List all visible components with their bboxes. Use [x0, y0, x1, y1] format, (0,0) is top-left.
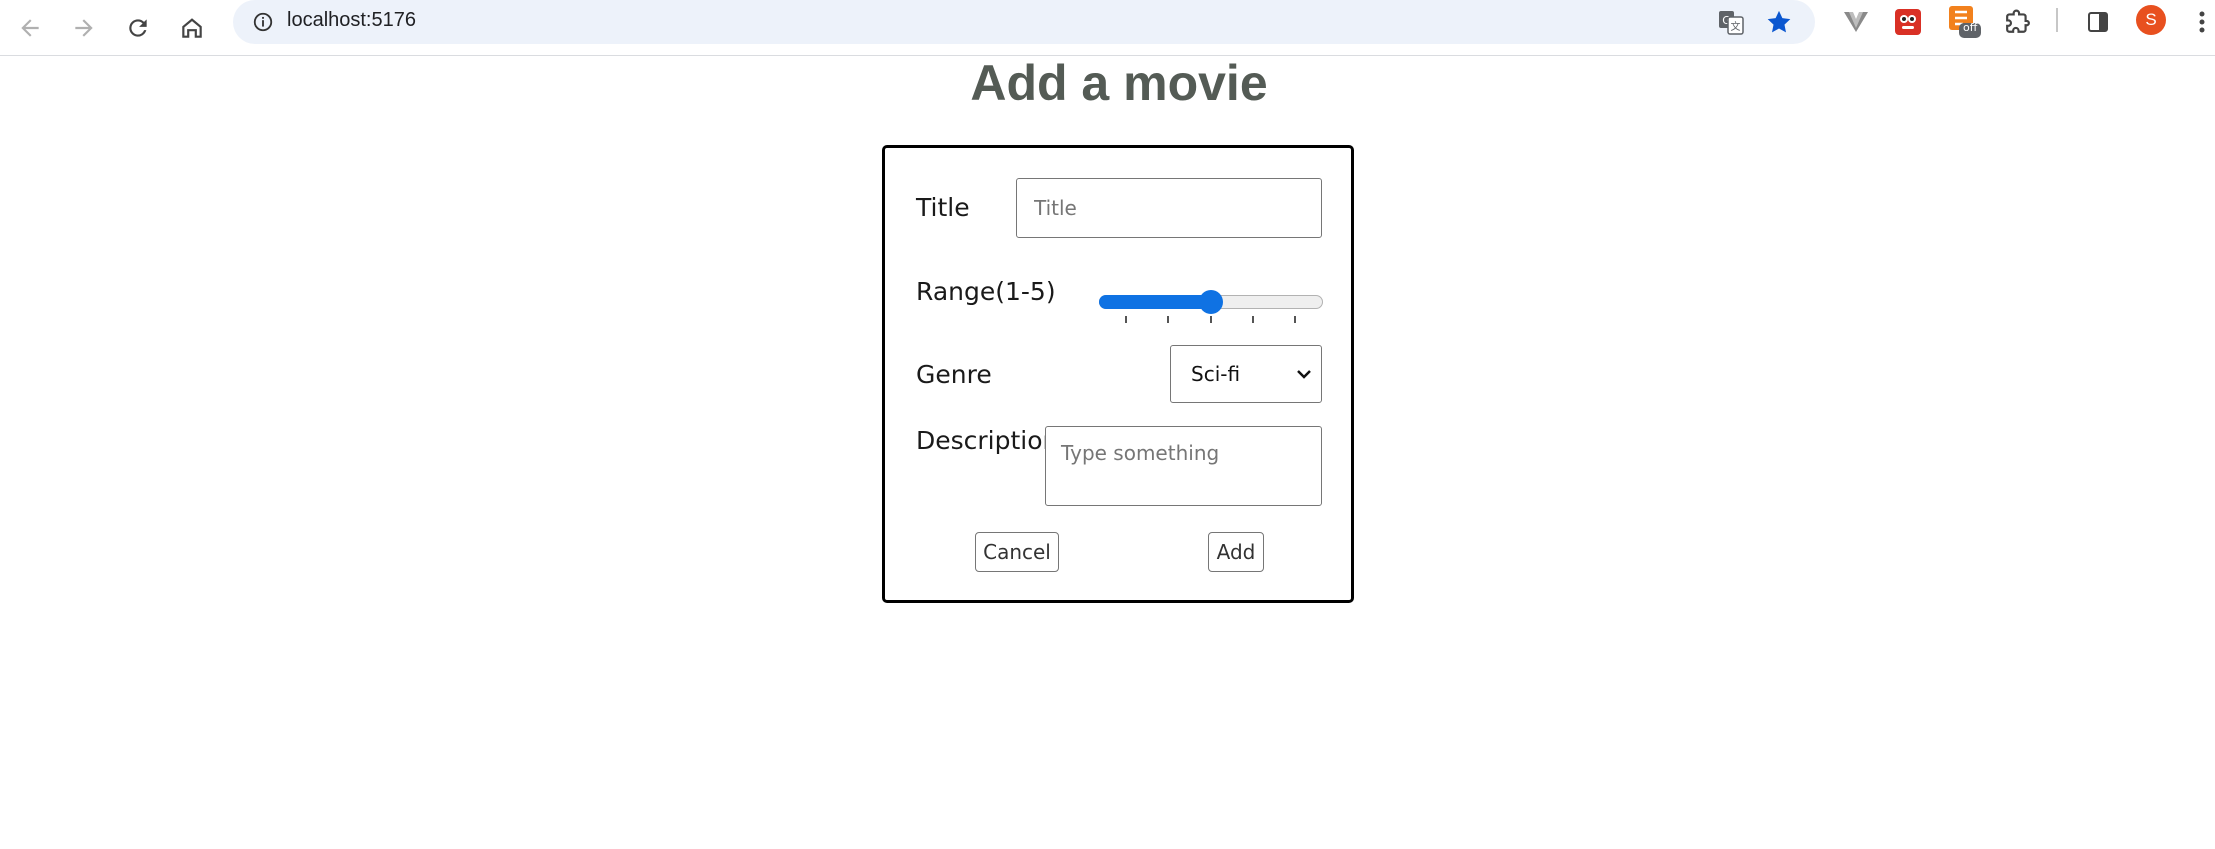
back-button[interactable] [6, 4, 54, 52]
forward-icon [75, 19, 93, 37]
add-button[interactable]: Add [1208, 532, 1264, 572]
slider-tick [1294, 316, 1296, 323]
translate-icon[interactable]: G文 [1715, 6, 1747, 38]
side-panel-icon[interactable] [2078, 2, 2118, 42]
slider-tick [1125, 316, 1127, 323]
reload-button[interactable] [114, 4, 162, 52]
range-label: Range(1-5) [916, 277, 1056, 306]
slider-tick [1167, 316, 1169, 323]
genre-label: Genre [916, 360, 992, 389]
description-textarea[interactable] [1045, 426, 1322, 506]
genre-select[interactable]: Sci-fi [1170, 345, 1322, 403]
browser-toolbar: localhost:5176 G文 off S [0, 0, 2215, 56]
menu-icon[interactable] [2190, 4, 2214, 40]
svg-text:文: 文 [1731, 20, 1741, 33]
title-label: Title [916, 193, 970, 222]
extension-icon[interactable]: off [1944, 2, 1984, 42]
description-label: Description [916, 426, 1059, 455]
reload-icon [129, 19, 147, 37]
title-input[interactable] [1016, 178, 1322, 238]
home-icon [182, 18, 202, 38]
genre-selected-value: Sci-fi [1191, 362, 1241, 386]
slider-tick [1210, 316, 1212, 323]
extension-badge: off [1963, 21, 1978, 34]
url-text[interactable]: localhost:5176 [287, 0, 416, 44]
bookmark-star-icon[interactable] [1761, 4, 1797, 40]
extension-icon[interactable] [1888, 2, 1928, 42]
slider-thumb[interactable] [1198, 290, 1223, 314]
cancel-button[interactable]: Cancel [975, 532, 1059, 572]
range-slider[interactable] [1099, 284, 1323, 324]
add-movie-form: Title Range(1-5) Genre Sci-fi Descriptio… [882, 145, 1354, 603]
profile-avatar[interactable]: S [2136, 5, 2166, 35]
toolbar-divider [2056, 8, 2058, 32]
forward-button[interactable] [60, 4, 108, 52]
page-title: Add a movie [970, 55, 1268, 111]
extension-icon[interactable] [1836, 2, 1876, 42]
puzzle-icon[interactable] [1998, 2, 2038, 42]
back-icon [21, 19, 39, 37]
slider-tick [1252, 316, 1254, 323]
address-bar[interactable]: localhost:5176 G文 [233, 0, 1815, 44]
site-info-icon[interactable] [243, 2, 283, 42]
chevron-down-icon [1297, 370, 1311, 379]
home-button[interactable] [168, 4, 216, 52]
